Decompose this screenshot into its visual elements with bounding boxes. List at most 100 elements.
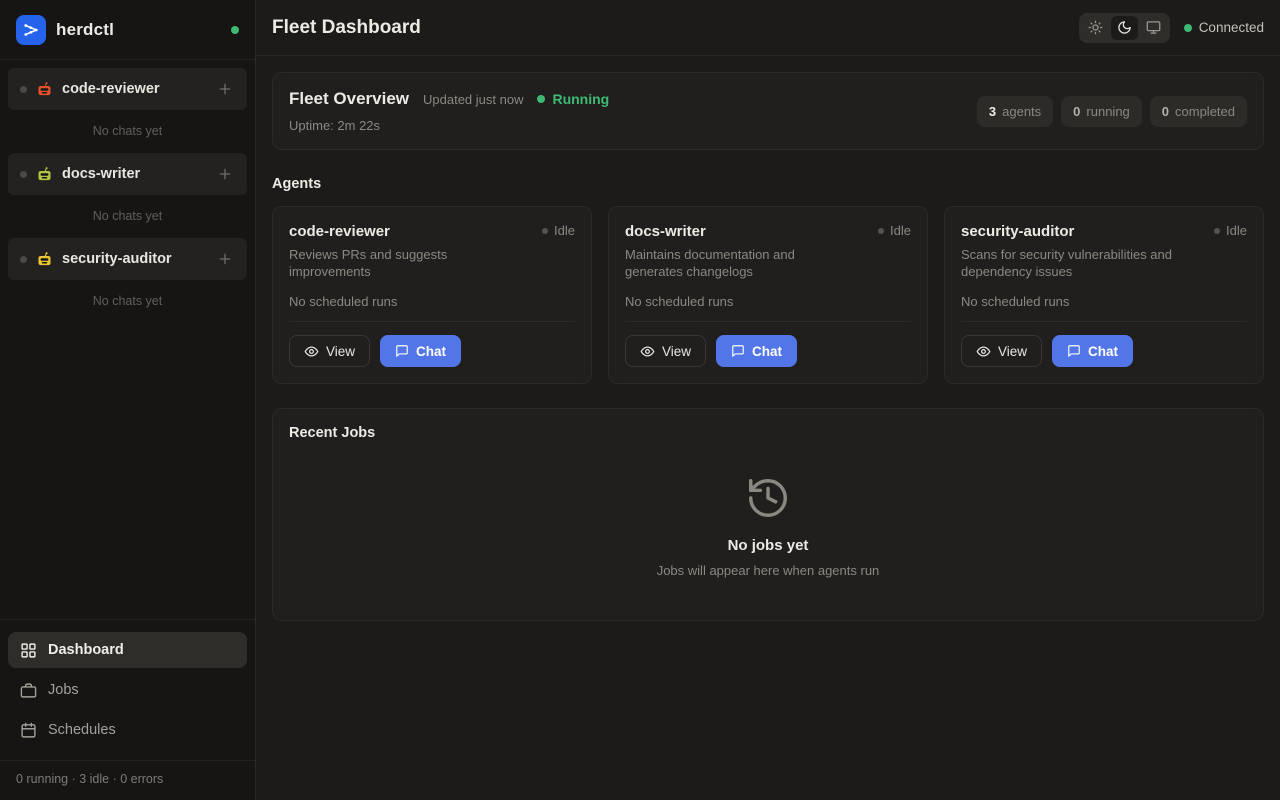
sidebar-item-docs-writer[interactable]: docs-writer <box>8 153 247 195</box>
robot-icon <box>36 166 53 183</box>
sidebar-agent-group: code-reviewer No chats yet <box>0 68 255 151</box>
plus-icon <box>217 166 233 182</box>
eye-icon <box>304 344 319 359</box>
agent-card-security-auditor: security-auditor Idle Scans for security… <box>944 206 1264 384</box>
agent-idle-dot <box>20 256 27 263</box>
fleet-status-summary: 0 running · 3 idle · 0 errors <box>0 760 255 800</box>
badge-value: 0 <box>1073 104 1080 119</box>
agent-status-dot <box>542 228 548 234</box>
theme-light-button[interactable] <box>1082 16 1109 40</box>
agent-status: Idle <box>1214 223 1247 238</box>
new-chat-button[interactable] <box>215 164 235 184</box>
agent-card-docs-writer: docs-writer Idle Maintains documentation… <box>608 206 928 384</box>
view-agent-button[interactable]: View <box>625 335 706 367</box>
sidebar-nav: Dashboard Jobs Schedules <box>0 619 255 760</box>
recent-jobs-title: Recent Jobs <box>289 425 1247 441</box>
agent-status-dot <box>878 228 884 234</box>
sidebar-item-security-auditor[interactable]: security-auditor <box>8 238 247 280</box>
view-button-label: View <box>998 344 1027 359</box>
agent-idle-dot <box>20 171 27 178</box>
plus-icon <box>217 81 233 97</box>
page-title: Fleet Dashboard <box>272 17 421 39</box>
chat-agent-button[interactable]: Chat <box>716 335 797 367</box>
briefcase-icon <box>20 682 37 699</box>
fleet-status-label: Running <box>552 91 609 107</box>
agent-status-dot <box>1214 228 1220 234</box>
agent-schedule-label: No scheduled runs <box>289 294 575 309</box>
nav-label: Schedules <box>48 722 116 738</box>
nav-label: Jobs <box>48 682 79 698</box>
chat-button-label: Chat <box>416 344 446 359</box>
new-chat-button[interactable] <box>215 79 235 99</box>
recent-jobs-card: Recent Jobs No jobs yet Jobs will appear… <box>272 408 1264 621</box>
plus-icon <box>217 251 233 267</box>
sidebar-item-jobs[interactable]: Jobs <box>8 672 247 708</box>
sidebar: herdctl code-reviewer <box>0 0 256 800</box>
agent-card-code-reviewer: code-reviewer Idle Reviews PRs and sugge… <box>272 206 592 384</box>
completed-count-badge: 0 completed <box>1150 96 1247 127</box>
app-logo-icon <box>16 15 46 45</box>
agent-description: Reviews PRs and suggests improvements <box>289 246 519 280</box>
view-button-label: View <box>662 344 691 359</box>
jobs-empty-state: No jobs yet Jobs will appear here when a… <box>289 441 1247 596</box>
moon-icon <box>1117 20 1132 35</box>
agent-status-label: Idle <box>554 223 575 238</box>
dashboard-content: Fleet Overview Updated just now Running … <box>256 56 1280 800</box>
badge-label: running <box>1086 104 1129 119</box>
chat-bubble-icon <box>731 344 745 358</box>
agent-status: Idle <box>542 223 575 238</box>
jobs-empty-subtitle: Jobs will appear here when agents run <box>657 563 880 578</box>
theme-toggle-group <box>1079 13 1170 43</box>
no-chats-label: No chats yet <box>0 280 255 321</box>
running-count-badge: 0 running <box>1061 96 1142 127</box>
app-logo-row: herdctl <box>0 0 255 60</box>
robot-icon <box>36 251 53 268</box>
fleet-status-dot <box>537 95 545 103</box>
view-agent-button[interactable]: View <box>289 335 370 367</box>
chat-agent-button[interactable]: Chat <box>380 335 461 367</box>
connection-status-label: Connected <box>1199 20 1264 35</box>
sidebar-agent-group: docs-writer No chats yet <box>0 153 255 236</box>
badge-value: 0 <box>1162 104 1169 119</box>
connection-status-dot <box>1184 24 1192 32</box>
chat-bubble-icon <box>1067 344 1081 358</box>
topbar-controls: Connected <box>1079 13 1264 43</box>
fleet-status: Running <box>537 91 609 107</box>
top-bar: Fleet Dashboard <box>256 0 1280 56</box>
agent-card-name: code-reviewer <box>289 223 390 240</box>
agent-description: Maintains documentation and generates ch… <box>625 246 855 280</box>
chat-agent-button[interactable]: Chat <box>1052 335 1133 367</box>
sidebar-item-dashboard[interactable]: Dashboard <box>8 632 247 668</box>
theme-system-button[interactable] <box>1140 16 1167 40</box>
agent-description: Scans for security vulnerabilities and d… <box>961 246 1191 280</box>
fleet-overview-card: Fleet Overview Updated just now Running … <box>272 72 1264 150</box>
agents-section-heading: Agents <box>272 176 1264 192</box>
agent-name: docs-writer <box>62 166 140 182</box>
agent-status-label: Idle <box>890 223 911 238</box>
dashboard-grid-icon <box>20 642 37 659</box>
fleet-overview-left: Fleet Overview Updated just now Running … <box>289 89 609 133</box>
agent-name: security-auditor <box>62 251 172 267</box>
sidebar-item-code-reviewer[interactable]: code-reviewer <box>8 68 247 110</box>
sidebar-agent-list: code-reviewer No chats yet <box>0 60 255 619</box>
chat-button-label: Chat <box>1088 344 1118 359</box>
sidebar-agent-group: security-auditor No chats yet <box>0 238 255 321</box>
view-button-label: View <box>326 344 355 359</box>
fleet-uptime: Uptime: 2m 22s <box>289 118 609 133</box>
no-chats-label: No chats yet <box>0 195 255 236</box>
connection-status: Connected <box>1184 20 1264 35</box>
new-chat-button[interactable] <box>215 249 235 269</box>
chat-button-label: Chat <box>752 344 782 359</box>
jobs-empty-title: No jobs yet <box>728 537 809 554</box>
app-online-dot <box>231 26 239 34</box>
agent-card-name: docs-writer <box>625 223 706 240</box>
sidebar-item-schedules[interactable]: Schedules <box>8 712 247 748</box>
agent-idle-dot <box>20 86 27 93</box>
badge-value: 3 <box>989 104 996 119</box>
history-icon <box>745 475 791 521</box>
fleet-badges: 3 agents 0 running 0 completed <box>977 96 1247 127</box>
agents-grid: code-reviewer Idle Reviews PRs and sugge… <box>272 206 1264 384</box>
theme-dark-button[interactable] <box>1111 16 1138 40</box>
view-agent-button[interactable]: View <box>961 335 1042 367</box>
agents-count-badge: 3 agents <box>977 96 1053 127</box>
